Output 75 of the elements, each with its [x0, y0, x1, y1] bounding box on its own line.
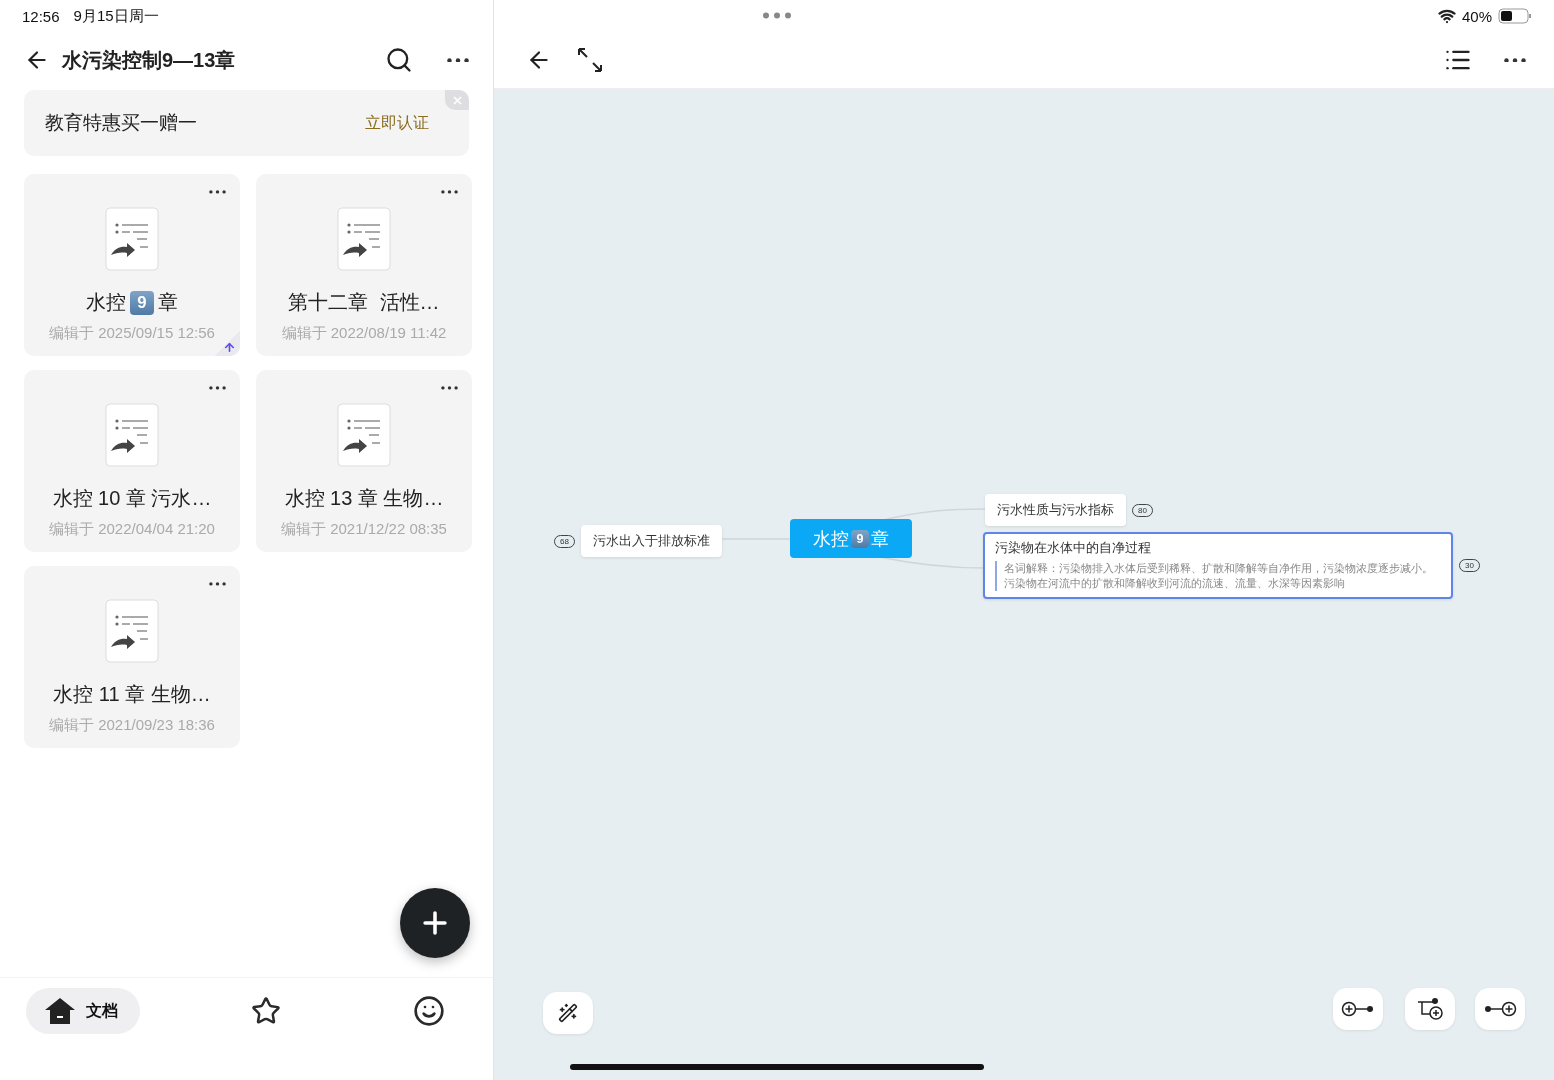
topic-note: 名词解释：污染物排入水体后受到稀释、扩散和降解等自净作用，污染物浓度逐步减小。污染物在河流中的扩散和降解收到河流的流速、流量、水深等因素影响 [995, 561, 1441, 591]
battery-percent: 40% [1461, 7, 1492, 25]
topic-node[interactable]: 污染物在水体中的自净过程 名词解释：污染物排入水体后受到稀释、扩散和降解等自净作用，污染物浓度逐步减小。污染物在河流中的扩散和降解收到河流的流速、流量、水深等因素影响 [983, 532, 1453, 599]
document-card[interactable]: 水控 10 章 污水… 编辑于 2022/04/04 21:20 [24, 370, 240, 552]
title-text: 水控 10 章 污水… [52, 486, 212, 511]
expand-icon [576, 46, 604, 74]
more-icon [209, 386, 226, 390]
edited-time: 编辑于 2025/09/15 12:56 [49, 324, 215, 343]
collapsed-count[interactable]: 80 [1132, 503, 1153, 517]
close-icon [452, 95, 462, 105]
add-parent-button[interactable] [1333, 988, 1383, 1030]
more-button[interactable] [209, 386, 226, 390]
add-subtopic-icon [1416, 997, 1444, 1021]
star-icon [250, 996, 281, 1026]
ai-magic-button[interactable] [543, 992, 593, 1034]
title-text: 水控 [813, 527, 849, 551]
keycap-digit: 9 [130, 290, 154, 315]
mind-map-file-icon [337, 207, 391, 273]
more-button[interactable] [209, 190, 226, 194]
collapsed-count[interactable]: 68 [554, 534, 575, 548]
promo-text: 教育特惠买一赠一 [45, 111, 197, 135]
title-text: 第十二章 活性… [288, 290, 440, 315]
document-card[interactable]: 水控 11 章 生物… 编辑于 2021/09/23 18:36 [24, 566, 240, 748]
status-time: 12:56 [22, 7, 60, 25]
more-icon [209, 582, 226, 586]
more-icon [209, 190, 226, 194]
add-child-button[interactable] [1405, 988, 1455, 1030]
mind-map-file-icon [105, 403, 159, 469]
document-card[interactable]: 第十二章 活性… 编辑于 2022/08/19 11:42 [256, 174, 472, 356]
title-text: 水控 13 章 生物… [284, 486, 444, 511]
search-button[interactable] [385, 46, 413, 74]
topic-title: 污水出入于排放标准 [592, 533, 710, 549]
more-button[interactable] [1504, 57, 1526, 63]
verify-link[interactable]: 立即认证 [365, 112, 429, 134]
more-button[interactable] [441, 386, 458, 390]
keycap-digit: 9 [851, 529, 869, 548]
topic-title: 污水性质与污水指标 [997, 502, 1114, 518]
more-button[interactable] [441, 190, 458, 194]
magic-wand-icon [558, 1003, 578, 1023]
more-icon [1504, 57, 1526, 63]
mind-map-file-icon [105, 599, 159, 665]
document-card[interactable]: 水控 13 章 生物… 编辑于 2021/12/22 08:35 [256, 370, 472, 552]
multitask-dots-icon [762, 12, 792, 19]
topic-title: 污染物在水体中的自净过程 [995, 540, 1152, 556]
title-text: 水控 [86, 290, 126, 315]
wifi-icon [1437, 7, 1456, 25]
mind-map-file-icon [105, 207, 159, 273]
edited-time: 编辑于 2021/12/22 08:35 [281, 520, 447, 539]
document-card[interactable]: 水控 9 章 编辑于 2025/09/15 12:56 [24, 174, 240, 356]
topic-node[interactable]: 污水出入于排放标准 [580, 525, 722, 557]
more-icon [441, 190, 458, 194]
more-icon [447, 57, 469, 63]
tab-item[interactable]: 文档 [26, 988, 140, 1034]
battery-icon [1498, 8, 1532, 24]
add-node-right-icon [1483, 1001, 1517, 1017]
edited-time: 编辑于 2022/08/19 11:42 [281, 324, 447, 343]
title-text: 章 [871, 527, 889, 551]
more-icon [441, 386, 458, 390]
topic-node[interactable]: 污水性质与污水指标 [985, 494, 1126, 526]
status-date: 9月15日周一 [73, 6, 159, 26]
add-node-left-icon [1341, 1001, 1375, 1017]
more-button[interactable] [209, 582, 226, 586]
edited-time: 编辑于 2022/04/04 21:20 [49, 520, 215, 539]
add-button[interactable] [400, 888, 470, 958]
more-button[interactable] [447, 57, 469, 63]
collapsed-count[interactable]: 30 [1459, 559, 1480, 572]
title-text: 水控 11 章 生物… [53, 682, 211, 707]
home-icon [44, 997, 76, 1025]
title-text: 章 [158, 290, 178, 315]
smiley-icon [413, 995, 445, 1027]
add-sibling-button[interactable] [1475, 988, 1525, 1030]
folder-title: 水污染控制9—13章 [62, 47, 237, 73]
mind-map-file-icon [337, 403, 391, 469]
expand-button[interactable] [576, 46, 604, 74]
edited-time: 编辑于 2021/09/23 18:36 [49, 716, 215, 735]
